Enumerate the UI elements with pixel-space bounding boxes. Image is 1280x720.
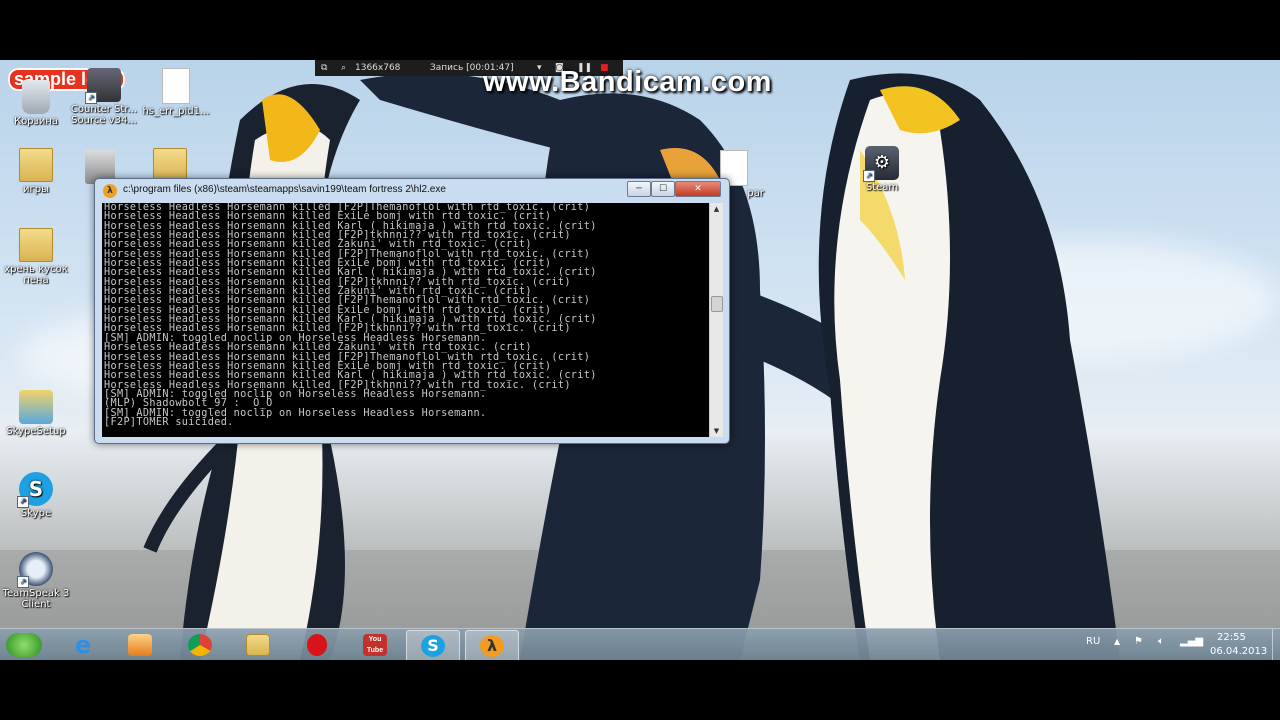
counter-strike-icon: ↗ xyxy=(85,68,121,104)
language-indicator[interactable]: RU xyxy=(1086,636,1100,647)
desktop-icon-counter-strike[interactable]: ↗ Counter Str... Source v34... xyxy=(68,68,140,126)
taskbar-app-half-life[interactable]: λ xyxy=(465,630,519,660)
desktop-icon-hs-err[interactable]: hs_err_pid1... xyxy=(140,68,212,117)
desktop-icon-label: хрень кусок пена xyxy=(4,264,68,286)
system-tray: RU ▲ ⚑ 🔈︎ ▂▄▆ 22:55 06.04.2013 xyxy=(1080,629,1280,660)
file-explorer-icon xyxy=(246,634,270,656)
vertical-scrollbar[interactable]: ▲ ▼ xyxy=(709,203,723,437)
taskbar: e You Tube S λ RU ▲ ⚑ 🔈︎ ▂▄▆ 22:55 06.04… xyxy=(0,628,1280,660)
desktop-icon-label: Skype xyxy=(20,508,52,519)
console-lines: Horseless Headless Horsemann killed [F2P… xyxy=(102,203,715,428)
recycle-bin-icon xyxy=(22,80,50,114)
half-life-icon: λ xyxy=(103,184,117,198)
desktop-icon-hren[interactable]: хрень кусок пена xyxy=(0,228,72,286)
installer-icon xyxy=(19,390,53,424)
action-center-icon[interactable]: ⚑ xyxy=(1134,636,1143,647)
magnifier-icon[interactable]: ⌕ xyxy=(341,60,346,76)
taskbar-app-media[interactable] xyxy=(114,630,166,660)
opera-icon xyxy=(307,634,327,656)
folder-icon xyxy=(153,148,187,182)
recording-resolution: 1366x768 xyxy=(355,63,401,73)
desktop-icon-recycle-bin[interactable]: Корзина xyxy=(0,80,72,127)
desktop-icon-label: Steam xyxy=(865,182,899,193)
taskbar-app-chrome[interactable] xyxy=(174,630,226,660)
maximize-button[interactable]: ☐ xyxy=(651,181,675,197)
bandicam-watermark: www.Bandicam.com xyxy=(483,66,772,98)
folder-icon xyxy=(19,228,53,262)
minimize-button[interactable]: ─ xyxy=(627,181,651,197)
volume-icon[interactable]: 🔈︎ xyxy=(1158,636,1164,647)
desktop-icon-label: SkypeSetup xyxy=(6,426,66,437)
skype-icon: S ↗ xyxy=(17,472,53,508)
shortcut-arrow-icon: ↗ xyxy=(85,92,97,104)
shortcut-arrow-icon: ↗ xyxy=(17,576,29,588)
taskbar-app-skype[interactable]: S xyxy=(406,630,460,660)
shortcut-arrow-icon: ↗ xyxy=(863,170,875,182)
chrome-icon xyxy=(188,634,212,656)
desktop-icon-label: hs_err_pid1... xyxy=(142,106,210,117)
start-button[interactable] xyxy=(0,630,48,660)
window-title: c:\program files (x86)\steam\steamapps\s… xyxy=(123,184,446,195)
desktop-icon-steam[interactable]: ⚙ ↗ Steam xyxy=(846,146,918,193)
resize-icon[interactable]: ⧉ xyxy=(321,60,327,76)
text-document-icon xyxy=(162,68,190,104)
taskbar-app-ie[interactable]: e xyxy=(57,630,109,660)
media-player-icon xyxy=(128,634,152,656)
show-hidden-icons-icon[interactable]: ▲ xyxy=(1114,637,1120,646)
close-button[interactable]: ✕ xyxy=(675,181,721,197)
desktop-icon-igry[interactable]: игры xyxy=(0,148,72,195)
steam-icon: ⚙ ↗ xyxy=(863,146,899,182)
internet-explorer-icon: e xyxy=(74,631,92,659)
show-desktop-button[interactable] xyxy=(1272,629,1280,660)
console-line: [F2P]TOMER suicided. xyxy=(104,416,234,428)
desktop-icon-label: TeamSpeak 3 Client xyxy=(2,588,70,610)
desktop-icon-skype[interactable]: S ↗ Skype xyxy=(0,472,72,519)
window-titlebar[interactable]: λ c:\program files (x86)\steam\steamapps… xyxy=(95,179,729,203)
teamspeak-icon: ↗ xyxy=(17,552,53,588)
folder-icon xyxy=(19,148,53,182)
clock-date[interactable]: 06.04.2013 xyxy=(1210,646,1267,657)
desktop-icon-teamspeak[interactable]: ↗ TeamSpeak 3 Client xyxy=(0,552,72,610)
network-icon[interactable]: ▂▄▆ xyxy=(1180,636,1203,647)
desktop: sample logo Корзина ↗ Counter Str... Sou… xyxy=(0,60,1280,660)
taskbar-app-explorer[interactable] xyxy=(232,630,284,660)
scrollbar-thumb[interactable] xyxy=(711,296,723,313)
scroll-down-icon[interactable]: ▼ xyxy=(710,425,723,437)
desktop-icon-label: Корзина xyxy=(13,116,59,127)
scroll-up-icon[interactable]: ▲ xyxy=(710,203,723,215)
desktop-icon-skypesetup[interactable]: SkypeSetup xyxy=(0,390,72,437)
taskbar-app-opera[interactable] xyxy=(291,630,343,660)
shortcut-arrow-icon: ↗ xyxy=(17,496,29,508)
half-life-icon: λ xyxy=(480,635,504,657)
clock-time[interactable]: 22:55 xyxy=(1217,632,1246,643)
skype-icon: S xyxy=(421,635,445,657)
desktop-icon-label: Counter Str... Source v34... xyxy=(70,104,138,126)
start-orb-icon xyxy=(6,633,42,657)
desktop-icon-label: игры xyxy=(23,184,49,195)
console-output[interactable]: Horseless Headless Horsemann killed [F2P… xyxy=(102,203,715,437)
console-window[interactable]: λ c:\program files (x86)\steam\steamapps… xyxy=(94,178,730,444)
taskbar-app-youtube[interactable]: You Tube xyxy=(349,630,401,660)
youtube-icon: You Tube xyxy=(363,634,387,656)
